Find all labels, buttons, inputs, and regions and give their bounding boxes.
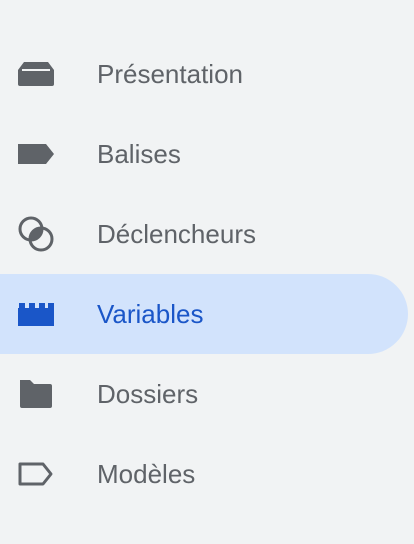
sidebar-item-overview[interactable]: Présentation (0, 34, 408, 114)
sidebar-item-label: Variables (97, 299, 204, 329)
trigger-icon (12, 214, 60, 254)
variables-icon (12, 294, 60, 334)
sidebar-item-label: Modèles (97, 459, 196, 489)
sidebar-item-templates[interactable]: Modèles (0, 434, 408, 514)
sidebar-item-label: Dossiers (97, 379, 199, 409)
sidebar-nav: Présentation Balises Déclencheurs Variab… (0, 0, 414, 544)
sidebar-item-folders[interactable]: Dossiers (0, 354, 408, 434)
overview-icon (12, 54, 60, 94)
sidebar-item-variables[interactable]: Variables (0, 274, 408, 354)
sidebar-item-triggers[interactable]: Déclencheurs (0, 194, 408, 274)
tag-icon (12, 134, 60, 174)
sidebar-item-label: Déclencheurs (97, 219, 256, 249)
template-icon (12, 454, 60, 494)
sidebar-item-tags[interactable]: Balises (0, 114, 408, 194)
sidebar-item-label: Présentation (97, 59, 243, 89)
sidebar-item-label: Balises (97, 139, 181, 169)
folder-icon (12, 374, 60, 414)
